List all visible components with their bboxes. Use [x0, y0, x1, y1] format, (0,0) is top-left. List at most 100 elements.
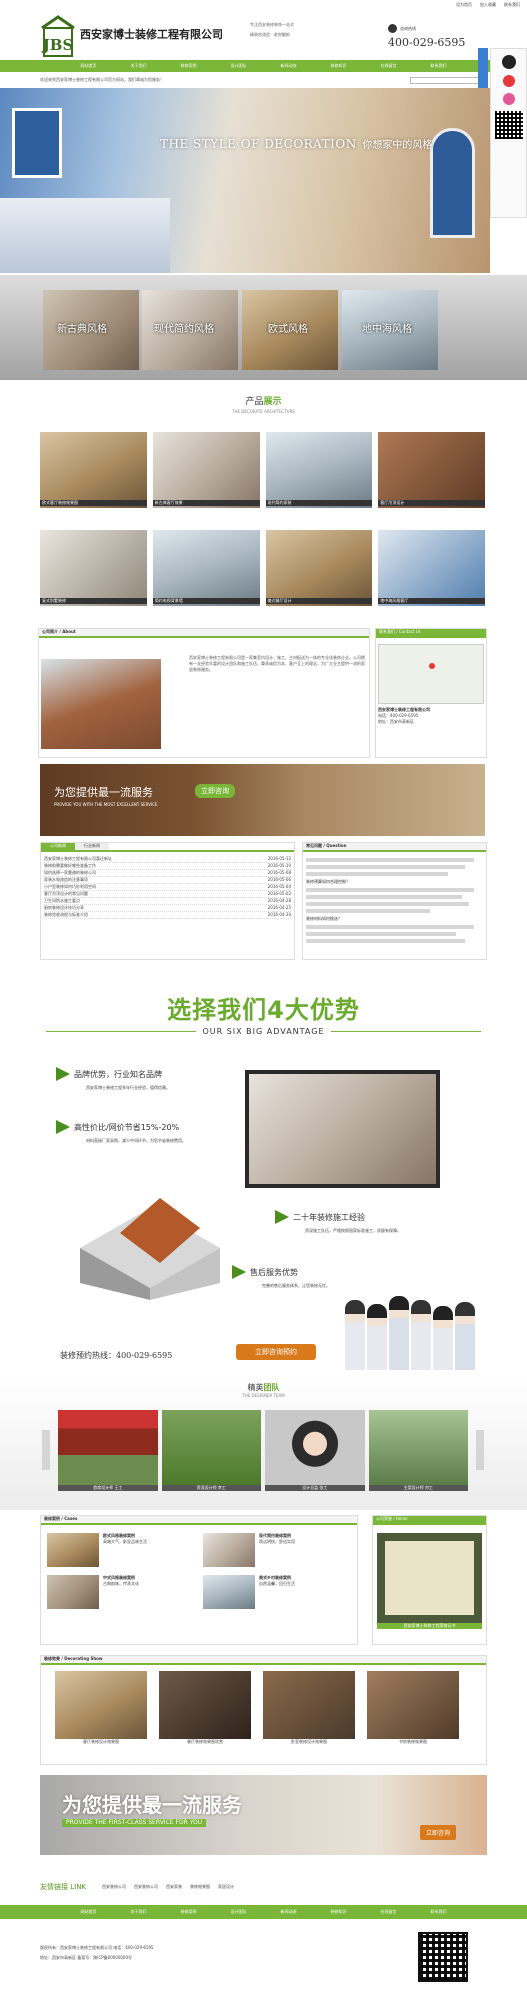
case-item[interactable]: 现代简约装修案例 简洁明快，舒适实用 — [203, 1533, 351, 1567]
products-title-prefix: 产品 — [245, 397, 264, 407]
nav-item-cases[interactable]: 装修案例 — [164, 60, 214, 72]
faq-question[interactable]: 装修预算如何合理控制？ — [306, 879, 483, 885]
advantage-2: 高性价比/网价节省15%-20% 材料直接厂家采购，减少中间环节，为您节省装修费… — [56, 1120, 246, 1144]
advantage-title: 售后服务优势 — [250, 1267, 298, 1277]
arrow-right-icon — [275, 1210, 289, 1224]
product-card[interactable]: 客厅吊顶设计 — [378, 432, 485, 516]
product-card[interactable]: 欧式客厅装修效果图 — [40, 432, 147, 516]
nav-item-team[interactable]: 设计团队 — [214, 60, 264, 72]
top-links: 设为首页 加入收藏 联系我们 — [330, 2, 520, 8]
products-subtitle: THE DECORATE ARCHITECTURE — [232, 409, 295, 414]
footer-nav-item[interactable]: 关于我们 — [114, 1905, 164, 1919]
tab-industry-news[interactable]: 行业新闻 — [75, 843, 109, 850]
advantage-title: 品牌优势，行业知名品牌 — [74, 1069, 162, 1079]
advantages-hotline-label: 装修预约热线： — [60, 1351, 116, 1360]
news-item[interactable]: 卫生间防水施工要点 2016-04-28 — [44, 898, 291, 905]
top-link-contact[interactable]: 联系我们 — [504, 2, 520, 8]
news-item[interactable]: 装修验收流程与标准介绍 2016-04-20 — [44, 912, 291, 919]
nav-item-about[interactable]: 关于我们 — [114, 60, 164, 72]
qq-icon[interactable] — [501, 55, 516, 69]
appointment-button[interactable]: 立即咨询预约 — [236, 1344, 316, 1360]
nav-item-news[interactable]: 新闻动态 — [264, 60, 314, 72]
team-grid: 首席设计师 王工 资深设计师 李工 设计总监 张工 主案设计师 刘工 — [58, 1410, 468, 1491]
team-member-card[interactable]: 资深设计师 李工 — [161, 1410, 261, 1491]
banner2-button[interactable]: 立即咨询 — [420, 1825, 457, 1840]
banner-bed — [0, 198, 170, 273]
tab-company-news[interactable]: 公司新闻 — [41, 843, 75, 850]
team-member-card[interactable]: 设计总监 张工 — [265, 1410, 365, 1491]
friend-link[interactable]: 西安家装 — [166, 1884, 182, 1890]
team-prev-arrow[interactable] — [42, 1430, 50, 1470]
logo[interactable]: JBS — [38, 14, 78, 58]
nav-item-message[interactable]: 在线留言 — [364, 60, 414, 72]
notice-text: 欢迎来到西安家博士装修工程有限公司官方网站，我们竭诚为您服务！ — [40, 77, 164, 82]
footer-nav-item[interactable]: 设计团队 — [214, 1905, 264, 1919]
product-card[interactable]: 复式别墅装修 — [40, 530, 147, 614]
gallery-card[interactable]: 客厅装修设计效果图 — [55, 1671, 147, 1745]
team-next-arrow[interactable] — [476, 1430, 484, 1470]
case-item[interactable]: 美式乡村装修案例 自然温馨，回归生活 — [203, 1575, 351, 1609]
footer-nav-item[interactable]: 装修案例 — [164, 1905, 214, 1919]
style-label: 地中海风格 — [362, 324, 412, 335]
news-item[interactable]: 西安家博士装修工程有限公司喜迁新址 2016-05-12 — [44, 856, 291, 863]
nav-item-home[interactable]: 网站首页 — [64, 60, 114, 72]
wechat-icon[interactable] — [502, 93, 515, 105]
product-card[interactable]: 新古典客厅效果 — [152, 432, 260, 516]
product-caption: 欧式客厅装修效果图 — [40, 500, 147, 506]
arrow-right-icon — [56, 1120, 70, 1134]
top-link-home[interactable]: 设为首页 — [456, 2, 472, 8]
gallery-card[interactable]: 书房装修效果图 — [367, 1671, 459, 1745]
style-card-modern[interactable]: 现代简约风格 — [142, 290, 238, 370]
team-member-name: 主案设计师 刘工 — [368, 1485, 468, 1491]
product-card[interactable]: 简约电视背景墙 — [152, 530, 260, 614]
honor-certificate[interactable] — [377, 1533, 482, 1623]
news-item[interactable]: 家装水电改造的注意事项 2016-05-06 — [44, 877, 291, 884]
product-card[interactable]: 美式餐厅设计 — [265, 530, 373, 614]
top-link-favorite[interactable]: 加入收藏 — [480, 2, 496, 8]
nav-item-knowledge[interactable]: 装修知识 — [314, 60, 364, 72]
nav-item-contact[interactable]: 联系我们 — [414, 60, 464, 72]
news-box: 公司新闻 行业新闻 西安家博士装修工程有限公司喜迁新址 2016-05-12 装修… — [40, 842, 295, 960]
footer-nav-item[interactable]: 在线留言 — [364, 1905, 414, 1919]
footer-nav-item[interactable]: 网站首页 — [64, 1905, 114, 1919]
gallery-card[interactable]: 卧室装修设计效果图 — [263, 1671, 355, 1745]
case-item[interactable]: 中式风格装修案例 古典韵味，传承文化 — [47, 1575, 195, 1609]
news-item[interactable]: 如何选择一家靠谱的装修公司 2016-05-08 — [44, 870, 291, 877]
products-title-accent: 展示 — [263, 397, 282, 407]
style-card-neoclassical[interactable]: 新古典风格 — [43, 290, 139, 370]
advantage-text: 材料直接厂家采购，减少中间环节，为您节省装修费用。 — [86, 1138, 186, 1143]
service-banner-button[interactable]: 立即咨询 — [195, 784, 235, 798]
news-item[interactable]: 客厅吊顶设计的常见问题 2016-05-02 — [44, 891, 291, 898]
gallery-title: 装修效果 / Decorating Show — [41, 1656, 486, 1665]
gallery-card[interactable]: 餐厅装修效果图欣赏 — [159, 1671, 251, 1745]
case-item[interactable]: 欧式风格装修案例 高端大气，彰显品味生活 — [47, 1533, 195, 1567]
search-input[interactable] — [410, 76, 480, 84]
friend-link[interactable]: 家居设计 — [218, 1884, 234, 1890]
team-member-card[interactable]: 主案设计师 刘工 — [368, 1410, 468, 1491]
product-card[interactable]: 地中海风格客厅 — [378, 530, 485, 614]
advantages-heading: 选择我们4大优势 OUR SIX BIG ADVANTAGE — [0, 990, 527, 1036]
team-member-card[interactable]: 首席设计师 王工 — [58, 1410, 158, 1491]
weibo-icon[interactable] — [502, 75, 515, 87]
friend-link[interactable]: 西安装修公司 — [102, 1884, 126, 1890]
product-caption: 新古典客厅效果 — [152, 500, 260, 506]
news-list: 西安家博士装修工程有限公司喜迁新址 2016-05-12 装修前需要做好哪些准备工… — [41, 852, 294, 923]
advantages-hotline-number: 400-029-6595 — [116, 1351, 173, 1360]
friend-link[interactable]: 装修效果图 — [190, 1884, 210, 1890]
team-member-name: 首席设计师 王工 — [58, 1485, 158, 1491]
friend-link[interactable]: 西安装饰公司 — [134, 1884, 158, 1890]
slogan-line-1: 专注西安装修装饰一站式 — [250, 22, 294, 27]
footer-nav-item[interactable]: 联系我们 — [414, 1905, 464, 1919]
footer-nav-item[interactable]: 新闻动态 — [264, 1905, 314, 1919]
faq-question[interactable]: 装修材料如何挑选？ — [306, 916, 483, 922]
style-card-mediterranean[interactable]: 地中海风格 — [342, 290, 438, 370]
style-card-european[interactable]: 欧式风格 — [242, 290, 338, 370]
advantage-title: 高性价比/网价节省15%-20% — [74, 1122, 180, 1132]
advantage-1: 品牌优势，行业知名品牌 西安家博士装修工程多年行业经验，值得信赖。 — [56, 1067, 226, 1091]
footer-nav-item[interactable]: 装修知识 — [314, 1905, 364, 1919]
news-item[interactable]: 小户型装修如何巧妙利用空间 2016-05-04 — [44, 884, 291, 891]
news-item[interactable]: 厨房装修设计技巧分享 2016-04-25 — [44, 905, 291, 912]
contact-map[interactable] — [378, 644, 484, 704]
news-item[interactable]: 装修前需要做好哪些准备工作 2016-05-10 — [44, 863, 291, 870]
product-card[interactable]: 现代简约家装 — [265, 432, 373, 516]
